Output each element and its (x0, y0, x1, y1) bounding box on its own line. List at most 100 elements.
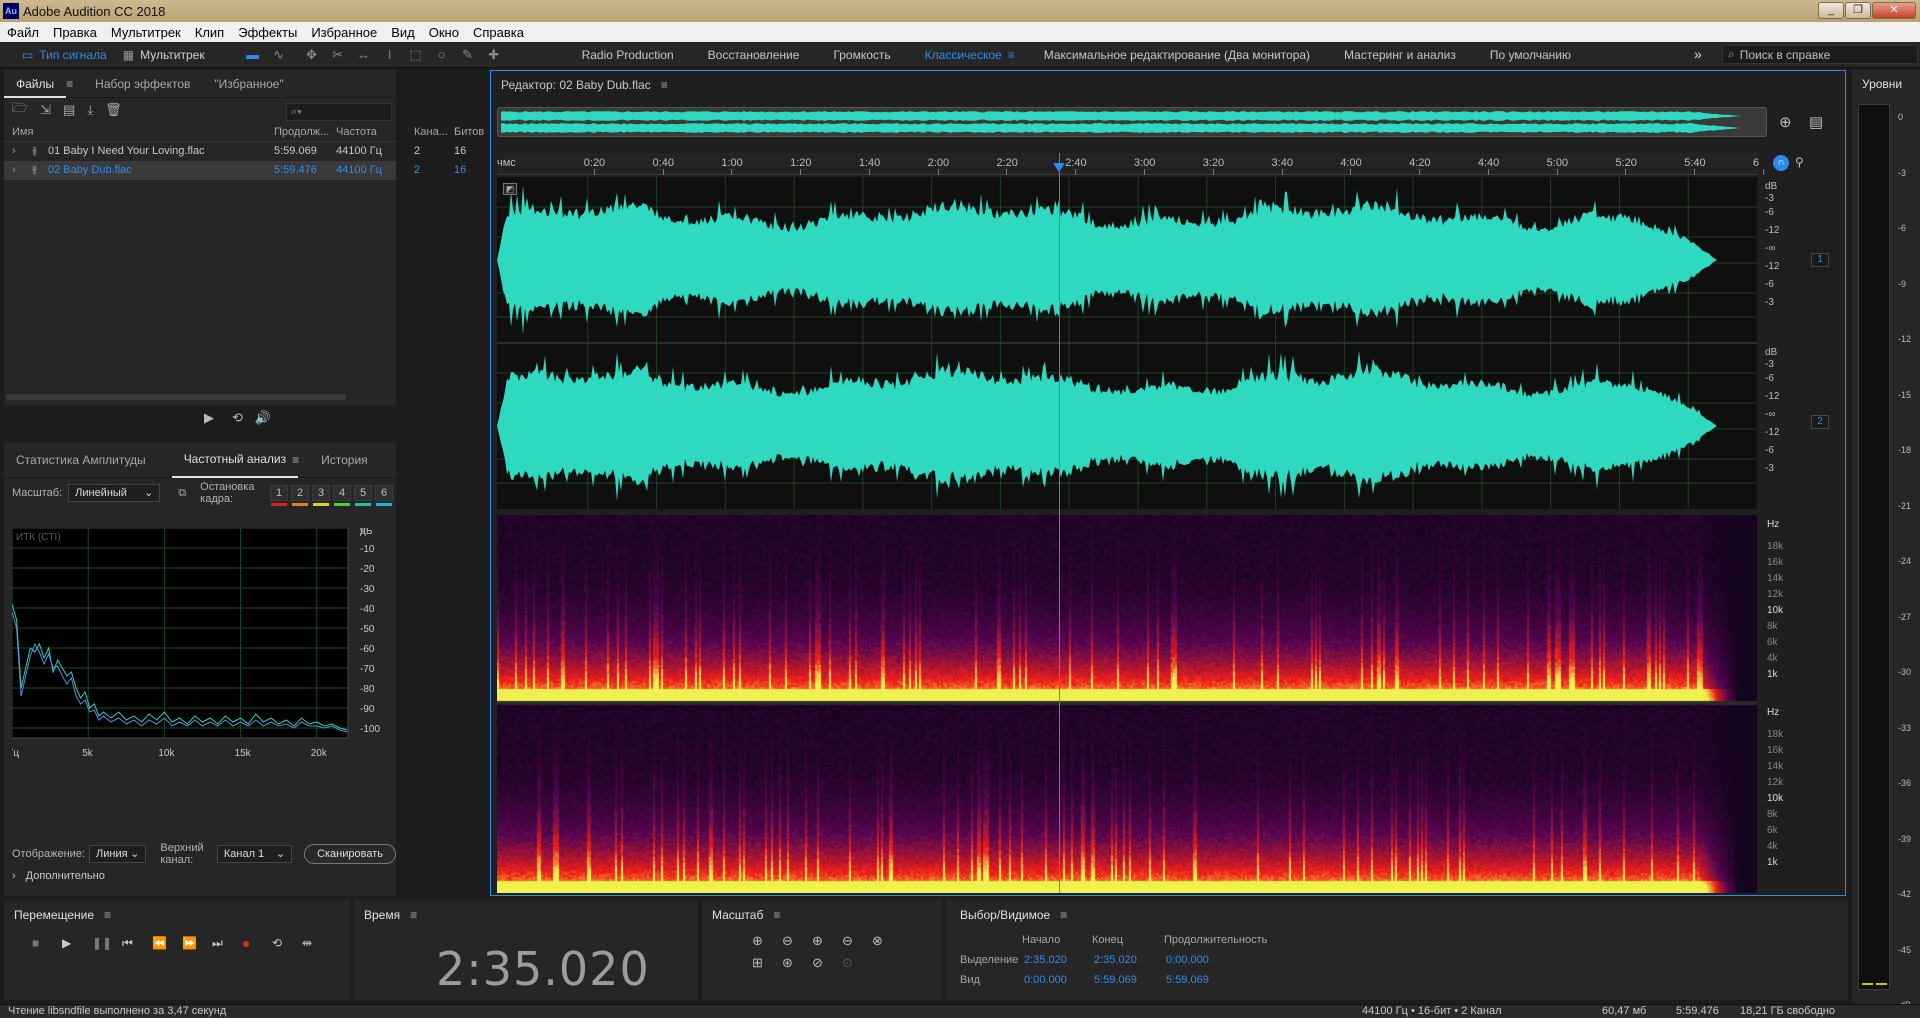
playhead[interactable] (1058, 153, 1060, 893)
lasso-tool-icon[interactable]: ○ (432, 46, 452, 64)
time-selection-tool-icon[interactable]: I (380, 46, 400, 64)
zoom-out-amplitude-icon[interactable]: ⊖ (782, 933, 812, 949)
display-dropdown[interactable]: Линия ⌄ (89, 845, 147, 863)
menu-edit[interactable]: Правка (46, 25, 104, 40)
tab-frequency-analysis[interactable]: Частотный анализ (171, 442, 299, 478)
snap-icon[interactable]: ∩ (1773, 155, 1789, 171)
workspace-classic[interactable]: Классическое (908, 48, 1008, 62)
insert-icon[interactable]: ⤓ (87, 102, 93, 118)
fast-forward-icon[interactable]: ⏩ (182, 936, 212, 950)
freeze-button-2[interactable]: 2 (291, 485, 309, 506)
playhead-handle[interactable] (1052, 163, 1065, 172)
menu-view[interactable]: Вид (384, 25, 422, 40)
new-file-icon[interactable]: ▤ (63, 102, 75, 118)
snapshot-icon[interactable]: ⧉ (178, 487, 186, 500)
file-row[interactable]: › ⫵ 01 Baby I Need Your Loving.flac 5:59.06… (4, 142, 466, 161)
zoom-in-time-icon[interactable]: ⊕ (812, 933, 842, 949)
file-row[interactable]: › ⫵ 02 Baby Dub.flac 5:59.476 44100 Гц 2 16 (4, 161, 466, 180)
preview-play-icon[interactable]: ▶ (204, 410, 214, 426)
workspace-default[interactable]: По умолчанию (1473, 48, 1588, 62)
col-bits[interactable]: Битов (454, 126, 484, 138)
menu-file[interactable]: Файл (0, 25, 46, 40)
workspace-menu-icon[interactable]: ≡ (1008, 48, 1015, 62)
pause-icon[interactable]: ❚❚ (92, 936, 122, 950)
transport-menu-icon[interactable]: ≡ (104, 908, 111, 922)
open-file-icon[interactable]: 🗁 (12, 99, 28, 121)
preview-volume-icon[interactable]: 🔊 (255, 410, 271, 426)
spectral-pitch-icon[interactable]: ∿ (269, 46, 289, 64)
advanced-toggle[interactable]: › Дополнительно (12, 870, 105, 882)
spectrum-view-icon[interactable]: ▬ (243, 46, 263, 64)
spectral-display[interactable] (497, 515, 1757, 893)
workspace-restoration[interactable]: Восстановление (691, 48, 817, 62)
workspace-more-icon[interactable]: » (1694, 46, 1702, 62)
minimize-button[interactable]: _ (1818, 2, 1844, 19)
freq-panel-menu-icon[interactable]: ≡ (292, 453, 299, 467)
tab-amplitude-stats[interactable]: Статистика Амплитуды (4, 442, 158, 478)
skip-selection-icon[interactable]: ⇹ (302, 936, 332, 950)
selection-menu-icon[interactable]: ≡ (1060, 908, 1067, 922)
stop-icon[interactable]: ■ (32, 936, 62, 950)
waveform-mode-button[interactable]: ▭ Тип сигнала (14, 44, 115, 66)
help-search[interactable]: ⌕ Поиск в справке (1722, 45, 1918, 64)
tab-favorites[interactable]: "Избранное" (202, 70, 295, 98)
waveform-display[interactable]: ◩ (497, 177, 1757, 509)
delete-icon[interactable]: 🗑 (105, 102, 122, 118)
freeze-button-3[interactable]: 3 (312, 485, 330, 506)
tab-history[interactable]: История (309, 442, 380, 478)
expand-icon[interactable]: › (12, 145, 16, 157)
close-button[interactable]: ✕ (1872, 2, 1916, 19)
zoom-out-time-icon[interactable]: ⊖ (842, 933, 872, 949)
freeze-button-4[interactable]: 4 (333, 485, 351, 506)
to-start-icon[interactable]: ⏮ (122, 936, 152, 951)
freeze-button-6[interactable]: 6 (375, 485, 393, 506)
hud-icon[interactable]: ◩ (503, 183, 517, 195)
play-icon[interactable]: ▶ (62, 936, 92, 950)
current-time-display[interactable]: 2:35.020 (436, 942, 650, 996)
freeze-button-1[interactable]: 1 (270, 485, 288, 506)
zoom-full-icon[interactable]: ⊗ (872, 933, 902, 949)
brush-tool-icon[interactable]: ✎ (458, 46, 478, 64)
freeze-button-5[interactable]: 5 (354, 485, 372, 506)
zoom-out-full-icon[interactable]: ⊕ (1779, 113, 1792, 131)
marker-icon[interactable]: ⚲ (1795, 155, 1804, 169)
import-file-icon[interactable]: ⇲ (40, 102, 51, 118)
panel-menu-icon[interactable]: ≡ (66, 77, 73, 91)
view-end[interactable]: 5:59.069 (1094, 974, 1137, 986)
selection-start[interactable]: 2:35.020 (1024, 954, 1067, 966)
panel-layout-icon[interactable]: ▤ (1809, 113, 1823, 131)
channel-2-badge[interactable]: 2 (1811, 415, 1829, 429)
slip-tool-icon[interactable]: ↔ (354, 46, 374, 64)
col-channels[interactable]: Кана... (414, 126, 448, 138)
selection-end[interactable]: 2:35.020 (1094, 954, 1137, 966)
col-rate[interactable]: Частота (336, 126, 377, 138)
channel-1-badge[interactable]: 1 (1811, 253, 1829, 267)
rewind-icon[interactable]: ⏪ (152, 936, 182, 950)
col-duration[interactable]: Продолж... (274, 126, 329, 138)
workspace-loudness[interactable]: Громкость (816, 48, 907, 62)
marquee-tool-icon[interactable]: ⬚ (406, 46, 426, 64)
scan-button[interactable]: Сканировать (304, 844, 396, 864)
col-name[interactable]: Имя (12, 126, 33, 138)
move-tool-icon[interactable]: ✥ (302, 46, 322, 64)
overview-bar[interactable] (497, 107, 1767, 137)
menu-clip[interactable]: Клип (188, 25, 231, 40)
menu-effects[interactable]: Эффекты (231, 25, 304, 40)
menu-window[interactable]: Окно (422, 25, 466, 40)
time-menu-icon[interactable]: ≡ (410, 908, 417, 922)
preview-loop-icon[interactable]: ⟲ (232, 410, 243, 426)
zoom-in-amplitude-icon[interactable]: ⊕ (752, 933, 782, 949)
razor-tool-icon[interactable]: ✂ (328, 46, 348, 64)
files-scrollbar[interactable] (6, 394, 346, 400)
spot-healing-icon[interactable]: ✚ (484, 46, 504, 64)
multitrack-mode-button[interactable]: ▦ Мультитрек (115, 44, 213, 66)
timeline-ruler[interactable]: чмс 0:20 0:40 1:00 1:20 1:40 2:00 2:20 2:40 3:00… (497, 153, 1764, 175)
expand-icon[interactable]: › (12, 164, 16, 176)
zoom-menu-icon[interactable]: ≡ (773, 908, 780, 922)
tab-effects-rack[interactable]: Набор эффектов (83, 70, 202, 98)
zoom-selection-icon[interactable]: ⊞ (752, 955, 782, 971)
menu-multitrack[interactable]: Мультитрек (104, 25, 188, 40)
editor-menu-icon[interactable]: ≡ (661, 78, 668, 92)
zoom-in-point-icon[interactable]: ⊛ (782, 955, 812, 971)
tab-files[interactable]: Файлы (4, 70, 67, 98)
